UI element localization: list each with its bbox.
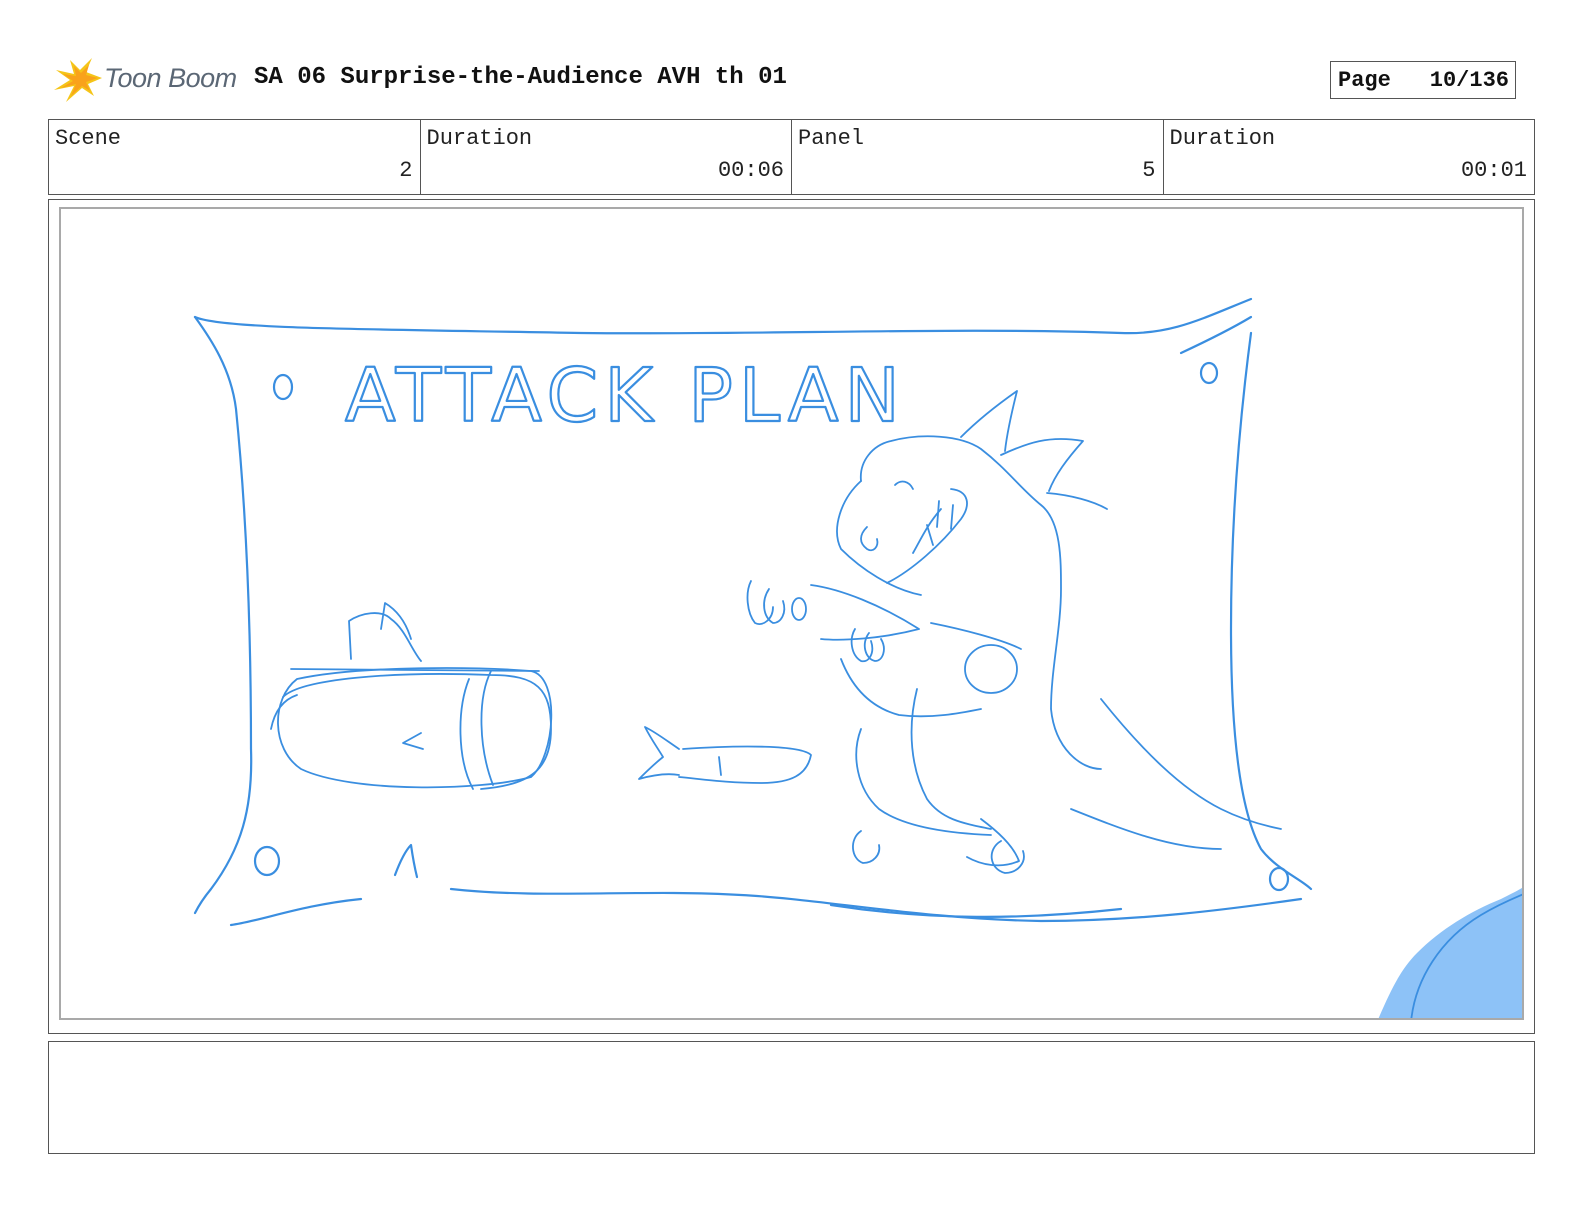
monster-tail <box>1100 698 1282 830</box>
panel-duration-label: Duration <box>1169 126 1276 151</box>
submarine-sketch <box>402 732 424 750</box>
storyboard-header: Toon Boom SA 06 Surprise-the-Audience AV… <box>52 56 1532 104</box>
pin <box>1199 361 1219 385</box>
attack-plan-title: ATTACK PLAN <box>345 353 906 439</box>
monster-foot <box>990 840 1025 874</box>
monster-hand <box>791 597 807 621</box>
submarine-sketch <box>277 667 553 789</box>
monster-body <box>855 728 992 836</box>
page-indicator: Page 10/136 <box>1330 61 1516 99</box>
scene-info-table: Scene 2 Duration 00:06 Panel 5 Duration … <box>48 119 1535 195</box>
scene-duration-value: 00:06 <box>717 158 784 183</box>
monster-body <box>840 658 982 718</box>
monster-sketch <box>860 435 1102 770</box>
panel-number: 5 <box>1142 158 1156 183</box>
monster-belly <box>964 644 1018 694</box>
torpedo-sketch <box>718 756 722 776</box>
document-title: SA 06 Surprise-the-Audience AVH th 01 <box>254 64 787 91</box>
torpedo-sketch <box>678 745 812 784</box>
monster-sketch <box>836 480 922 596</box>
poster-outline <box>193 315 253 915</box>
submarine-tower <box>380 602 412 640</box>
panel-frame: ATTACK PLAN <box>48 199 1535 1034</box>
poster-outline <box>1229 331 1313 891</box>
submarine-sketch <box>480 670 494 786</box>
panel-drawing-area: ATTACK PLAN <box>59 207 1524 1020</box>
submarine-sketch <box>270 694 298 730</box>
pin <box>1268 866 1290 892</box>
poster-outline <box>193 297 1253 335</box>
storyboard-sketch: ATTACK PLAN <box>193 297 1522 1018</box>
monster-hand <box>763 588 786 624</box>
panel-label: Panel <box>798 126 865 151</box>
logo-text: Toon Boom <box>104 63 237 93</box>
monster-sketch <box>860 526 879 552</box>
page-label: Page <box>1338 68 1391 93</box>
monster-sketch <box>886 488 968 584</box>
monster-spikes <box>1000 438 1084 492</box>
sketch-mark <box>393 843 419 879</box>
submarine-sketch <box>282 673 552 790</box>
panel-notes-box <box>48 1041 1535 1154</box>
monster-spikes <box>1046 492 1108 510</box>
monster-sketch <box>894 480 914 490</box>
scene-duration-cell: Duration 00:06 <box>421 120 792 194</box>
poster-outline <box>449 887 1303 923</box>
starburst-icon <box>54 58 102 102</box>
monster-foot <box>852 830 881 864</box>
scene-label: Scene <box>55 126 122 151</box>
page-number: 10/136 <box>1429 68 1509 93</box>
scene-duration-label: Duration <box>426 126 533 151</box>
submarine-sketch <box>459 678 474 790</box>
pin <box>272 373 294 401</box>
monster-hand <box>746 580 774 625</box>
corner-overlay <box>1378 887 1522 1018</box>
torpedo-sketch <box>638 726 680 780</box>
monster-arm <box>930 622 1022 650</box>
panel-duration-value: 00:01 <box>1460 158 1527 183</box>
toon-boom-logo: Toon Boom <box>52 56 242 104</box>
monster-arm <box>810 584 920 641</box>
panel-cell: Panel 5 <box>792 120 1164 194</box>
poster-outline <box>229 897 363 927</box>
pin <box>253 845 281 877</box>
poster-outline <box>829 903 1123 918</box>
monster-tail <box>1070 808 1222 850</box>
panel-duration-cell: Duration 00:01 <box>1164 120 1535 194</box>
scene-cell: Scene 2 <box>49 120 421 194</box>
scene-number: 2 <box>399 158 413 183</box>
